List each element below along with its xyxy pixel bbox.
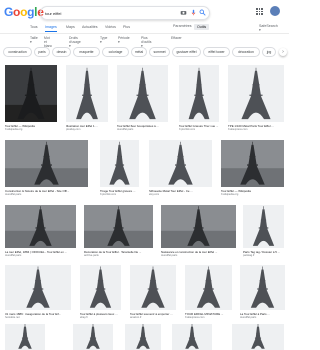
eiffel-tower-image <box>240 265 285 310</box>
header: Google <box>0 0 289 22</box>
eiffel-tower-image <box>80 265 121 310</box>
tools-button[interactable]: Outils <box>194 24 210 30</box>
tab-images[interactable]: Images <box>45 25 57 32</box>
filter-clear[interactable]: Effacer <box>171 36 182 40</box>
result-source: amazon.fr <box>130 316 142 319</box>
microphone-icon[interactable] <box>190 9 197 16</box>
result-source: fr.aliexpress.com <box>185 316 205 319</box>
eiffel-tower-image <box>232 324 284 350</box>
result-thumbnail[interactable] <box>84 205 153 248</box>
result-thumbnail[interactable] <box>149 140 212 187</box>
result-source: fr.wikipedia.org <box>221 193 239 196</box>
result-source: etsy.com <box>149 193 160 196</box>
google-logo[interactable]: Google <box>4 5 44 19</box>
eiffel-tower-image <box>5 65 57 122</box>
chip[interactable]: sommet <box>149 47 170 57</box>
result-thumbnail[interactable] <box>240 265 285 310</box>
chevron-right-icon[interactable]: › <box>279 48 287 56</box>
result-thumbnail[interactable] <box>5 140 88 187</box>
logo-letter: o <box>20 5 28 19</box>
divider <box>0 33 289 34</box>
result-thumbnail[interactable] <box>243 205 284 248</box>
chip[interactable]: paris <box>34 47 50 57</box>
result-thumbnail[interactable] <box>100 140 139 187</box>
tab-all[interactable]: Tous <box>30 25 38 29</box>
eiffel-tower-image <box>179 65 219 122</box>
chip[interactable]: construction <box>3 47 32 57</box>
eiffel-tower-image <box>130 265 176 310</box>
logo-letter: g <box>27 5 35 19</box>
tab-maps[interactable]: Maps <box>66 25 75 29</box>
eiffel-tower-image <box>117 65 168 122</box>
result-source: herodote.net <box>5 316 20 319</box>
eiffel-tower-image <box>5 205 76 248</box>
result-source: toureiffel.paris <box>5 254 22 257</box>
eiffel-tower-image <box>172 324 212 350</box>
chip[interactable]: gustave eiffel <box>172 47 201 57</box>
result-thumbnail[interactable] <box>80 265 121 310</box>
tab-videos[interactable]: Vidéos <box>105 25 116 29</box>
result-source: toureiffel.paris <box>161 254 178 257</box>
chip[interactable]: jpg <box>262 47 276 57</box>
search-box[interactable] <box>40 6 210 20</box>
chip[interactable]: coloriage <box>102 47 129 57</box>
eiffel-tower-image <box>5 265 71 310</box>
tab-news[interactable]: Actualités <box>82 25 98 29</box>
settings-button[interactable]: Paramètres <box>173 24 192 28</box>
eiffel-tower-image <box>73 324 113 350</box>
related-chips: construction paris dessin maquette color… <box>0 47 289 59</box>
result-thumbnail[interactable] <box>5 205 76 248</box>
result-source: archive.paris <box>84 254 99 257</box>
eiffel-tower-image <box>221 140 284 187</box>
result-source: toureiffel.paris <box>240 316 257 319</box>
logo-letter: G <box>4 5 14 19</box>
result-thumbnail[interactable] <box>5 65 57 122</box>
eiffel-tower-image <box>149 140 212 187</box>
logo-letter: o <box>13 5 21 19</box>
eiffel-tower-image <box>100 140 139 187</box>
camera-icon[interactable] <box>180 9 187 16</box>
result-source: toureiffel.paris <box>117 128 134 131</box>
avatar[interactable] <box>270 6 280 16</box>
tab-more[interactable]: Plus <box>123 25 130 29</box>
filter-size[interactable]: Taille ▾ <box>30 36 38 44</box>
result-source: fr.picclick.com <box>100 193 117 196</box>
result-source: paristag.fr <box>243 254 255 257</box>
eiffel-tower-image <box>185 265 232 310</box>
search-input[interactable] <box>45 8 165 18</box>
eiffel-tower-image <box>228 65 284 122</box>
result-thumbnail[interactable] <box>5 265 71 310</box>
search-icon[interactable] <box>199 9 206 16</box>
result-source: fr.picclick.com <box>179 128 196 131</box>
result-source: fr.aliexpress.com <box>228 128 248 131</box>
safesearch-button[interactable]: SafeSearch ▾ <box>259 24 278 32</box>
chip[interactable]: eiffel tower <box>203 47 230 57</box>
eiffel-tower-image <box>66 65 108 122</box>
eiffel-tower-image <box>5 324 45 350</box>
chip[interactable]: dessin <box>52 47 71 57</box>
eiffel-tower-image <box>5 140 88 187</box>
filter-type[interactable]: Type ▾ <box>100 36 107 44</box>
apps-grid-icon[interactable] <box>256 8 263 15</box>
result-thumbnail[interactable] <box>228 65 284 122</box>
filter-time[interactable]: Période ▾ <box>118 36 130 44</box>
chip[interactable]: décoration <box>232 47 260 57</box>
result-thumbnail[interactable] <box>179 65 219 122</box>
eiffel-tower-image <box>161 205 236 248</box>
result-source: toureiffel.paris <box>5 193 22 196</box>
chip[interactable]: maquette <box>73 47 100 57</box>
result-thumbnail[interactable] <box>161 205 236 248</box>
result-thumbnail[interactable] <box>221 140 284 187</box>
eiffel-tower-image <box>243 205 284 248</box>
result-thumbnail[interactable] <box>66 65 108 122</box>
result-thumbnail[interactable] <box>185 265 232 310</box>
eiffel-tower-image <box>125 324 161 350</box>
result-source: pixabay.com <box>66 128 81 131</box>
chip[interactable]: métal <box>131 47 147 57</box>
result-thumbnail[interactable] <box>117 65 168 122</box>
result-source: fr.wikipedia.org <box>5 128 23 131</box>
eiffel-tower-image <box>84 205 153 248</box>
result-source: ebay.fr <box>80 316 88 319</box>
result-thumbnail[interactable] <box>130 265 176 310</box>
